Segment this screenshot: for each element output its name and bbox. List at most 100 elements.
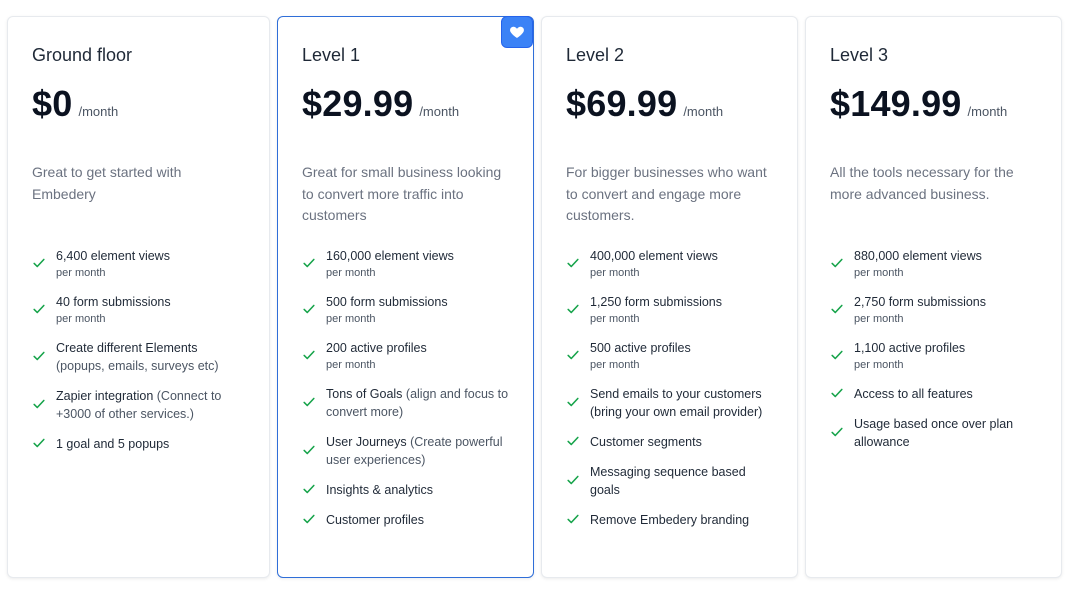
feature-item: 200 active profiles per month	[302, 339, 514, 373]
price-period: /month	[967, 104, 1008, 119]
feature-text-block: Create different Elements (popups, email…	[56, 339, 248, 375]
feature-text: 1 goal and 5 popups	[56, 437, 170, 451]
feature-item: 500 form submissions per month	[302, 293, 514, 327]
check-icon	[567, 514, 579, 524]
check-icon	[567, 350, 579, 360]
plan-price: $69.99	[566, 83, 678, 124]
check-icon	[303, 258, 315, 268]
check-icon	[567, 304, 579, 314]
check-icon	[303, 445, 315, 455]
feature-subtext: per month	[326, 359, 376, 371]
feature-list: 880,000 element views per month 2,750 fo…	[830, 247, 1042, 463]
check-icon	[303, 514, 315, 524]
feature-text: User Journeys	[326, 435, 407, 449]
check-icon	[303, 484, 315, 494]
plan-name: Level 3	[830, 45, 889, 65]
feature-subtext: per month	[854, 267, 904, 279]
feature-text: 200 active profiles	[326, 341, 427, 355]
check-icon	[831, 388, 843, 398]
feature-subtext: per month	[326, 313, 376, 325]
check-icon	[33, 304, 45, 314]
feature-item: 400,000 element views per month	[566, 247, 778, 281]
check-icon	[303, 304, 315, 314]
feature-subtext: per month	[590, 313, 640, 325]
price-row: $69.99 /month	[566, 83, 723, 125]
check-icon	[831, 258, 843, 268]
feature-item: Access to all features	[830, 385, 1042, 403]
feature-item: 1 goal and 5 popups	[32, 435, 248, 453]
feature-item: Remove Embedery branding	[566, 511, 778, 529]
feature-item: Customer profiles	[302, 511, 514, 529]
price-period: /month	[419, 104, 460, 119]
feature-subtext: per month	[854, 313, 904, 325]
heart-icon	[510, 26, 524, 38]
feature-text-block: User Journeys (Create powerful user expe…	[326, 433, 514, 469]
feature-list: 400,000 element views per month 1,250 fo…	[566, 247, 778, 541]
feature-item: Messaging sequence based goals	[566, 463, 778, 499]
price-row: $149.99 /month	[830, 83, 1007, 125]
feature-text: Create different Elements	[56, 341, 198, 355]
feature-text: 6,400 element views	[56, 249, 170, 263]
feature-item: Tons of Goals (align and focus to conver…	[302, 385, 514, 421]
feature-subtext: per month	[56, 267, 106, 279]
feature-text: 1,100 active profiles	[854, 341, 966, 355]
check-icon	[567, 436, 579, 446]
price-period: /month	[78, 104, 119, 119]
feature-item: Usage based once over plan allowance	[830, 415, 1042, 451]
feature-text: Access to all features	[854, 387, 973, 401]
feature-text: 500 form submissions	[326, 295, 448, 309]
check-icon	[303, 350, 315, 360]
check-icon	[33, 258, 45, 268]
feature-item: Send emails to your customers (bring you…	[566, 385, 778, 421]
plan-description: For bigger businesses who want to conver…	[566, 164, 767, 223]
feature-text: Messaging sequence based goals	[590, 465, 746, 497]
plan-description: Great to get started with Embedery	[32, 164, 182, 202]
check-icon	[831, 350, 843, 360]
feature-item: 1,250 form submissions per month	[566, 293, 778, 327]
check-icon	[567, 258, 579, 268]
feature-item: 6,400 element views per month	[32, 247, 248, 281]
feature-text: Customer profiles	[326, 513, 424, 527]
feature-item: 160,000 element views per month	[302, 247, 514, 281]
check-icon	[33, 438, 45, 448]
feature-text: 160,000 element views	[326, 249, 454, 263]
feature-text: 880,000 element views	[854, 249, 982, 263]
feature-item: 1,100 active profiles per month	[830, 339, 1042, 373]
plan-price: $29.99	[302, 83, 414, 124]
feature-text: Send emails to your customers (bring you…	[590, 387, 763, 419]
favorite-button[interactable]	[501, 16, 533, 48]
feature-extra: (popups, emails, surveys etc)	[56, 359, 219, 373]
feature-subtext: per month	[326, 267, 376, 279]
plan-description: Great for small business looking to conv…	[302, 164, 502, 223]
check-icon	[831, 427, 843, 437]
feature-subtext: per month	[56, 313, 106, 325]
feature-item: Customer segments	[566, 433, 778, 451]
feature-text: Usage based once over plan allowance	[854, 417, 1014, 449]
feature-text: 400,000 element views	[590, 249, 718, 263]
feature-text: Insights & analytics	[326, 483, 433, 497]
feature-text: Zapier integration	[56, 389, 154, 403]
plan-card-level-3: Level 3 $149.99 /month All the tools nec…	[805, 16, 1062, 578]
plan-card-level-1: Level 1 $29.99 /month Great for small bu…	[277, 16, 534, 578]
feature-text-block: Zapier integration (Connect to +3000 of …	[56, 387, 248, 423]
feature-item: Insights & analytics	[302, 481, 514, 499]
feature-text: Tons of Goals	[326, 387, 403, 401]
feature-list: 160,000 element views per month 500 form…	[302, 247, 514, 541]
price-period: /month	[683, 104, 724, 119]
check-icon	[33, 351, 45, 361]
plan-description: All the tools necessary for the more adv…	[830, 164, 1014, 202]
feature-text: Customer segments	[590, 435, 702, 449]
feature-item: Zapier integration (Connect to +3000 of …	[32, 387, 248, 423]
feature-item: 500 active profiles per month	[566, 339, 778, 373]
plan-name: Ground floor	[32, 45, 133, 65]
feature-text-block: Tons of Goals (align and focus to conver…	[326, 385, 514, 421]
feature-text: 40 form submissions	[56, 295, 171, 309]
feature-item: 2,750 form submissions per month	[830, 293, 1042, 327]
feature-text: 2,750 form submissions	[854, 295, 987, 309]
feature-item: Create different Elements (popups, email…	[32, 339, 248, 375]
plan-name: Level 2	[566, 45, 625, 65]
check-icon	[567, 397, 579, 407]
price-row: $0 /month	[32, 83, 118, 125]
feature-text: 500 active profiles	[590, 341, 691, 355]
feature-subtext: per month	[590, 359, 640, 371]
